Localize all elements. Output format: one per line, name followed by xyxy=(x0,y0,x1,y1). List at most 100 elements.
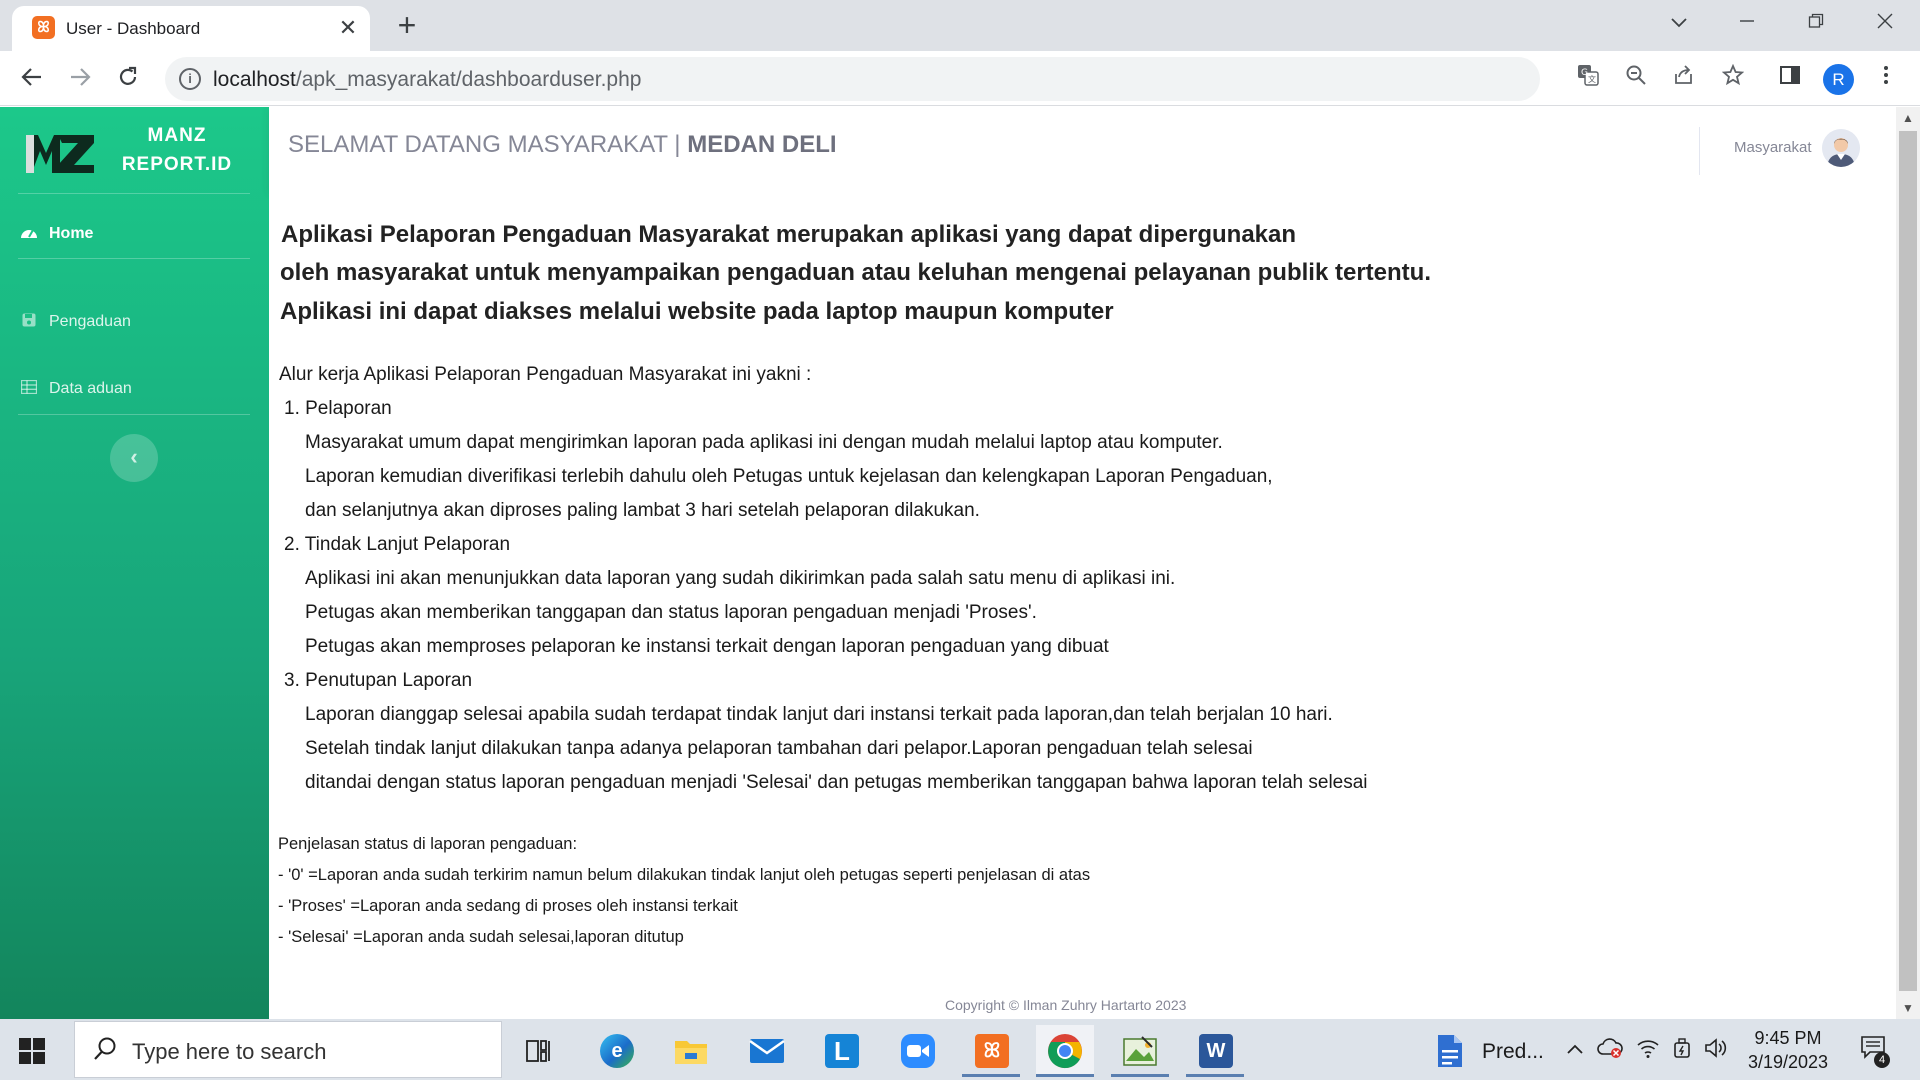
running-indicator xyxy=(1111,1074,1169,1077)
page-viewport: MANZ REPORT.ID Home Pengaduan Data aduan… xyxy=(0,107,1920,1019)
browser-menu-icon[interactable] xyxy=(1870,63,1902,95)
scroll-down-icon[interactable]: ▼ xyxy=(1896,997,1920,1019)
search-placeholder: Type here to search xyxy=(132,1039,327,1064)
topbar-divider xyxy=(1699,127,1700,175)
scrollbar-thumb[interactable] xyxy=(1899,131,1917,991)
step-line: dan selanjutnya akan diproses paling lam… xyxy=(305,500,980,521)
tab-title: User - Dashboard xyxy=(66,19,201,38)
mail-icon[interactable] xyxy=(738,1025,796,1077)
sidebar: MANZ REPORT.ID Home Pengaduan Data aduan… xyxy=(0,107,269,1019)
taskbar-pinned-document[interactable]: Pred... xyxy=(1434,1025,1552,1077)
browser-toolbar: i localhost/apk_masyarakat/dashboarduser… xyxy=(0,51,1920,106)
show-hidden-icons-chevron-icon[interactable] xyxy=(1562,1037,1588,1063)
windows-taskbar: Type here to search e L ꕤ W Pred... 9:45… xyxy=(0,1019,1920,1080)
site-info-icon[interactable]: i xyxy=(179,68,201,90)
browser-tab-active[interactable]: ꕤ User - Dashboard ✕ xyxy=(12,6,370,51)
edge-glyph: e xyxy=(600,1034,634,1068)
sidebar-divider xyxy=(18,193,250,194)
xampp-glyph: ꕤ xyxy=(975,1034,1009,1068)
topbar: SELAMAT DATANG MASYARAKAT | MEDAN DELI M… xyxy=(269,107,1896,191)
intro-line: oleh masyarakat untuk menyampaikan penga… xyxy=(280,259,1431,286)
url-text[interactable]: localhost/apk_masyarakat/dashboarduser.p… xyxy=(213,68,641,92)
file-explorer-icon[interactable] xyxy=(662,1025,720,1077)
welcome-prefix: SELAMAT DATANG MASYARAKAT | xyxy=(288,131,688,158)
save-icon xyxy=(20,313,38,331)
zoom-glyph xyxy=(901,1034,935,1068)
tab-close-icon[interactable]: ✕ xyxy=(334,14,362,42)
word-app-icon[interactable]: W xyxy=(1186,1025,1244,1077)
workflow-title: Alur kerja Aplikasi Pelaporan Pengaduan … xyxy=(279,364,812,385)
close-window-button[interactable] xyxy=(1860,6,1910,40)
welcome-city: MEDAN DELI xyxy=(687,131,837,158)
page-scrollbar[interactable]: ▲ ▼ xyxy=(1896,107,1920,1019)
browser-tab-strip: ꕤ User - Dashboard ✕ + xyxy=(0,0,1920,51)
task-view-icon[interactable] xyxy=(510,1025,568,1077)
cloud-sync-error-icon[interactable] xyxy=(1597,1037,1623,1063)
user-name[interactable]: Masyarakat xyxy=(1734,139,1812,156)
photo-app-icon[interactable] xyxy=(1111,1025,1169,1077)
taskbar-search-input[interactable]: Type here to search xyxy=(74,1021,502,1078)
sidebar-divider xyxy=(18,414,250,415)
reload-icon[interactable] xyxy=(109,60,147,98)
sidebar-item-home[interactable]: Home xyxy=(0,211,269,257)
l-app-icon[interactable]: L xyxy=(812,1025,870,1077)
running-indicator xyxy=(962,1074,1020,1077)
battery-plug-icon[interactable] xyxy=(1669,1037,1695,1063)
address-bar[interactable]: i localhost/apk_masyarakat/dashboarduser… xyxy=(165,57,1745,101)
tachometer-icon xyxy=(20,225,38,243)
intro-line: Aplikasi ini dapat diakses melalui websi… xyxy=(280,298,1114,325)
edge-browser-icon[interactable]: e xyxy=(587,1025,645,1077)
back-arrow-icon[interactable] xyxy=(13,60,51,98)
sidebar-item-label: Pengaduan xyxy=(49,313,131,330)
sidebar-item-pengaduan[interactable]: Pengaduan xyxy=(0,299,269,345)
zoom-app-icon[interactable] xyxy=(888,1025,946,1077)
url-host: localhost xyxy=(213,68,296,91)
screen: ꕤ User - Dashboard ✕ + i localhost/apk_m… xyxy=(0,0,1920,1080)
brand-line-2: REPORT.ID xyxy=(121,154,233,175)
step-line: Masyarakat umum dapat mengirimkan lapora… xyxy=(305,432,1223,453)
sidebar-item-data-aduan[interactable]: Data aduan xyxy=(0,366,269,412)
step-line: Laporan dianggap selesai apabila sudah t… xyxy=(305,704,1333,725)
restore-window-button[interactable] xyxy=(1791,6,1841,40)
word-glyph: W xyxy=(1199,1034,1233,1068)
zoom-icon[interactable] xyxy=(1621,64,1651,94)
scroll-up-icon[interactable]: ▲ xyxy=(1896,107,1920,129)
step-title: 3. Penutupan Laporan xyxy=(284,670,473,691)
step-line: Laporan kemudian diverifikasi terlebih d… xyxy=(305,466,1273,487)
footer-copyright: Copyright © Ilman Zuhry Hartarto 2023 xyxy=(945,997,1187,1013)
pinned-document-label: Pred... xyxy=(1482,1040,1544,1063)
user-avatar-icon[interactable] xyxy=(1822,129,1860,167)
status-title: Penjelasan status di laporan pengaduan: xyxy=(278,835,578,853)
l-app-glyph: L xyxy=(825,1034,859,1068)
step-line: Petugas akan memberikan tanggapan dan st… xyxy=(305,602,1037,623)
main-content: Aplikasi Pelaporan Pengaduan Masyarakat … xyxy=(269,191,1896,1019)
intro-line: Aplikasi Pelaporan Pengaduan Masyarakat … xyxy=(281,221,1297,248)
running-indicator xyxy=(1036,1074,1094,1077)
step-title: 2. Tindak Lanjut Pelaporan xyxy=(284,534,511,555)
xampp-app-icon[interactable]: ꕤ xyxy=(962,1025,1020,1077)
sidebar-item-label: Home xyxy=(49,225,94,242)
wifi-icon[interactable] xyxy=(1635,1037,1661,1063)
tab-search-chevron-icon[interactable] xyxy=(1654,6,1704,40)
share-icon[interactable] xyxy=(1669,64,1699,94)
svg-text:文: 文 xyxy=(1588,74,1596,84)
profile-avatar-icon[interactable]: R xyxy=(1823,64,1854,95)
search-icon xyxy=(91,1036,119,1064)
minimize-window-button[interactable] xyxy=(1722,6,1772,40)
chrome-app-icon[interactable] xyxy=(1036,1025,1094,1077)
translate-icon[interactable]: G文 xyxy=(1573,64,1603,94)
sidebar-divider xyxy=(18,258,250,259)
taskbar-clock[interactable]: 9:45 PM 3/19/2023 xyxy=(1728,1026,1848,1074)
volume-icon[interactable] xyxy=(1703,1037,1729,1063)
side-panel-icon[interactable] xyxy=(1774,63,1806,95)
new-tab-button[interactable]: + xyxy=(390,9,424,43)
step-line: Aplikasi ini akan menunjukkan data lapor… xyxy=(305,568,1176,589)
bookmark-star-icon[interactable] xyxy=(1718,63,1748,94)
page-title: SELAMAT DATANG MASYARAKAT | MEDAN DELI xyxy=(288,131,837,159)
sidebar-toggle-button[interactable]: ‹ xyxy=(110,434,158,482)
brand-text: MANZ REPORT.ID xyxy=(118,121,236,179)
windows-start-icon[interactable] xyxy=(18,1037,46,1065)
forward-arrow-icon[interactable] xyxy=(61,60,99,98)
status-line: - '0' =Laporan anda sudah terkirim namun… xyxy=(278,866,1091,884)
sidebar-brand[interactable]: MANZ REPORT.ID xyxy=(0,107,269,193)
